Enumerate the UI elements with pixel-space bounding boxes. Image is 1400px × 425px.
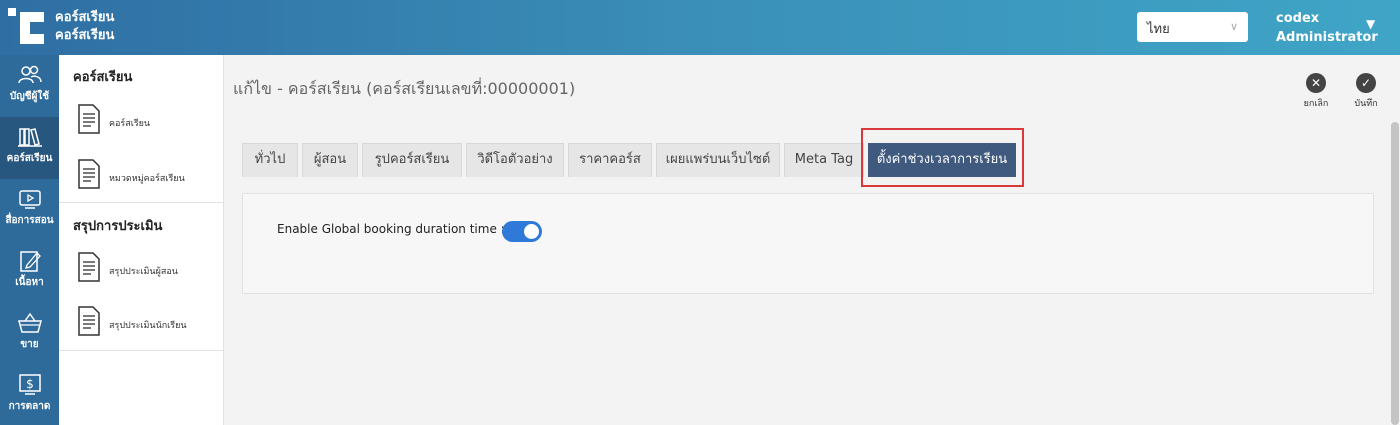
- user-role: Administrator: [1276, 30, 1378, 45]
- rail-label: เนื้อหา: [15, 277, 44, 288]
- save-button[interactable]: ✓ บันทึก: [1346, 73, 1386, 110]
- rail-item-media[interactable]: สื่อการสอน: [0, 179, 59, 241]
- sidebar-item-label: สรุปประเมินนักเรียน: [109, 321, 187, 331]
- sub-sidebar: คอร์สเรียน คอร์สเรียน หมวดหมู่คอร์สเรียน…: [59, 55, 224, 425]
- tab-meta-tag[interactable]: Meta Tag: [784, 143, 864, 177]
- language-value: ไทย: [1147, 22, 1170, 37]
- edit-icon: [19, 251, 41, 272]
- document-icon: [78, 159, 100, 189]
- cancel-label: ยกเลิก: [1303, 99, 1329, 109]
- section-title-evaluation: สรุปการประเมิน: [73, 219, 163, 234]
- booking-duration-label: Enable Global booking duration time :: [277, 222, 505, 236]
- document-icon: [78, 306, 100, 336]
- tab-preview-video[interactable]: วิดีโอตัวอย่าง: [466, 143, 564, 177]
- users-icon: [17, 65, 42, 84]
- tab-publish-website[interactable]: เผยแพร่บนเว็บไซต์: [656, 143, 780, 177]
- svg-text:$: $: [26, 377, 34, 391]
- chevron-down-icon: ∨: [1229, 20, 1238, 33]
- tab-general[interactable]: ทั่วไป: [242, 143, 298, 177]
- divider: [59, 202, 224, 203]
- rail-item-sales[interactable]: ขาย: [0, 303, 59, 365]
- brand-line-2: คอร์สเรียน: [55, 28, 115, 43]
- save-label: บันทึก: [1354, 99, 1378, 109]
- sidebar-item-label: คอร์สเรียน: [109, 119, 151, 129]
- divider: [59, 350, 224, 351]
- scrollbar[interactable]: [1391, 122, 1399, 425]
- check-icon: ✓: [1356, 73, 1376, 93]
- user-name: codex: [1276, 11, 1320, 26]
- language-select[interactable]: ไทย ∨: [1137, 12, 1248, 42]
- rail-item-courses[interactable]: คอร์สเรียน: [0, 117, 59, 179]
- user-menu[interactable]: codex Administrator: [1276, 9, 1378, 47]
- books-icon: [17, 128, 42, 147]
- dollar-monitor-icon: $: [18, 374, 41, 395]
- rail-item-content[interactable]: เนื้อหา: [0, 241, 59, 303]
- rail-label: สื่อการสอน: [5, 215, 54, 226]
- cancel-button[interactable]: ✕ ยกเลิก: [1296, 73, 1336, 110]
- rail-item-users[interactable]: บัญชีผู้ใช้: [0, 55, 59, 117]
- tab-course-images[interactable]: รูปคอร์สเรียน: [362, 143, 462, 177]
- sidebar-item-label: หมวดหมู่คอร์สเรียน: [109, 174, 185, 184]
- basket-icon: [17, 312, 42, 333]
- rail-item-marketing[interactable]: $ การตลาด: [0, 365, 59, 425]
- section-title-courses: คอร์สเรียน: [73, 70, 133, 85]
- brand-line-1: คอร์สเรียน: [55, 10, 115, 25]
- document-icon: [78, 104, 100, 134]
- close-icon: ✕: [1306, 73, 1326, 93]
- tab-instructor[interactable]: ผู้สอน: [302, 143, 358, 177]
- rail-label: คอร์สเรียน: [6, 153, 53, 164]
- settings-panel: [242, 193, 1374, 294]
- document-icon: [78, 252, 100, 282]
- tab-course-price[interactable]: ราคาคอร์ส: [568, 143, 652, 177]
- icon-rail: บัญชีผู้ใช้ คอร์สเรียน สื่อการสอน เนื้อห…: [0, 55, 59, 425]
- video-icon: [18, 190, 41, 209]
- top-bar: คอร์สเรียน คอร์สเรียน ไทย ∨ codex Admini…: [0, 0, 1400, 55]
- booking-duration-toggle[interactable]: [502, 221, 542, 242]
- brand: คอร์สเรียน คอร์สเรียน: [55, 9, 114, 45]
- rail-label: ขาย: [20, 339, 39, 350]
- sidebar-item-label: สรุปประเมินผู้สอน: [109, 267, 178, 277]
- caret-down-icon[interactable]: ▼: [1366, 17, 1375, 31]
- highlight-box: [861, 128, 1024, 187]
- rail-label: การตลาด: [8, 401, 51, 412]
- logo-icon: [8, 8, 44, 44]
- page-title: แก้ไข - คอร์สเรียน (คอร์สเรียนเลขที่:000…: [233, 79, 576, 98]
- rail-label: บัญชีผู้ใช้: [9, 91, 50, 102]
